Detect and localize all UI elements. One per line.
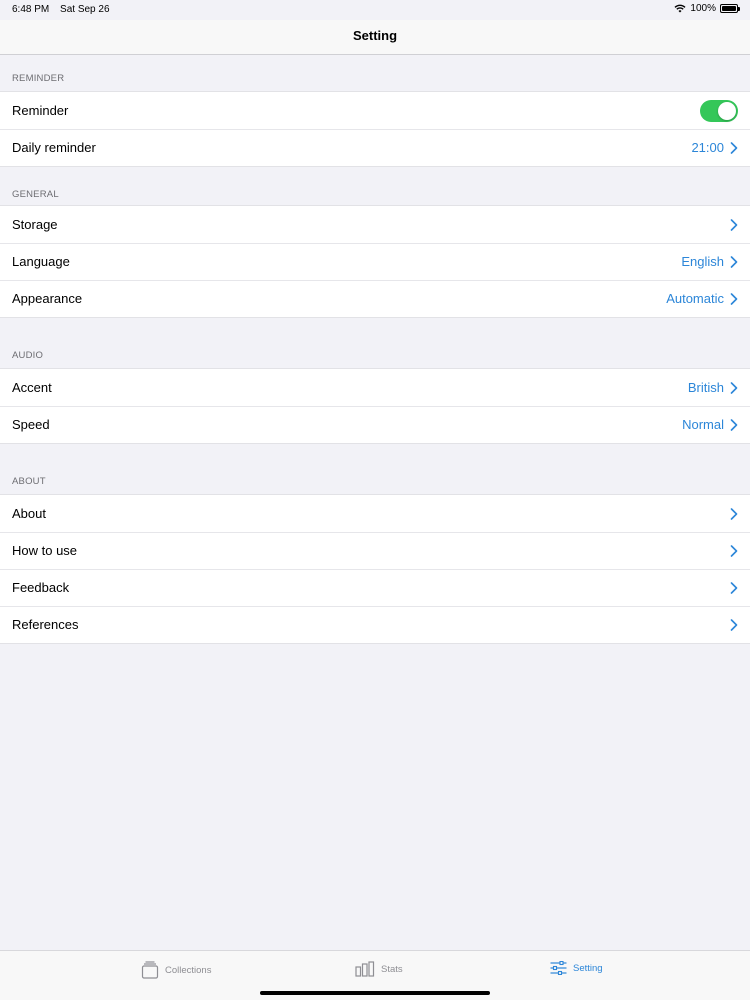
row-accent[interactable]: Accent British — [0, 369, 750, 406]
navigation-bar: Setting — [0, 20, 750, 55]
row-value-group: English — [681, 254, 738, 269]
tab-label: Stats — [381, 963, 403, 975]
home-indicator — [260, 991, 490, 995]
group-reminder: Reminder Daily reminder 21:00 — [0, 91, 750, 167]
chevron-right-icon — [730, 581, 738, 594]
row-value-group: Normal — [682, 417, 738, 432]
accent-value: British — [687, 380, 724, 395]
row-label: Accent — [12, 380, 52, 395]
row-label: Feedback — [12, 580, 70, 595]
row-label: Language — [12, 254, 70, 269]
status-time: 6:48 PM — [12, 4, 50, 15]
tab-setting[interactable]: Setting — [550, 961, 603, 975]
daily-reminder-value: 21:00 — [691, 140, 724, 155]
chevron-right-icon — [730, 292, 738, 305]
tab-label: Setting — [573, 962, 603, 974]
tab-bar: Collections Stats Setting — [0, 950, 750, 1000]
chevron-right-icon — [730, 381, 738, 394]
battery-icon — [720, 4, 740, 13]
row-how-to-use[interactable]: How to use — [0, 532, 750, 569]
row-value-group: 21:00 — [691, 140, 738, 155]
wifi-icon — [674, 4, 686, 13]
section-header-general: GENERAL — [12, 189, 59, 200]
section-header-reminder: REMINDER — [12, 73, 65, 84]
row-label: Storage — [12, 217, 58, 232]
tab-label: Collections — [165, 964, 212, 976]
section-header-about: ABOUT — [12, 476, 46, 487]
status-left: 6:48 PM Sat Sep 26 — [12, 4, 118, 15]
row-reminder: Reminder — [0, 92, 750, 129]
row-language[interactable]: Language English — [0, 243, 750, 280]
row-value-group — [730, 218, 738, 231]
section-header-audio: AUDIO — [12, 350, 44, 361]
group-general: Storage Language English Appearance Auto… — [0, 205, 750, 318]
status-date: Sat Sep 26 — [60, 4, 110, 15]
chevron-right-icon — [730, 218, 738, 231]
row-speed[interactable]: Speed Normal — [0, 406, 750, 443]
status-right: 100% — [674, 3, 740, 14]
row-label: Appearance — [12, 291, 83, 306]
chevron-right-icon — [730, 544, 738, 557]
row-label: Speed — [12, 417, 50, 432]
row-feedback[interactable]: Feedback — [0, 569, 750, 606]
appearance-value: Automatic — [666, 291, 724, 306]
chevron-right-icon — [730, 618, 738, 631]
row-label: How to use — [12, 543, 78, 558]
tab-stats[interactable]: Stats — [355, 961, 403, 977]
group-about: About How to use Feedback References — [0, 494, 750, 644]
collections-icon — [141, 961, 159, 979]
language-value: English — [681, 254, 724, 269]
chevron-right-icon — [730, 507, 738, 520]
row-label: Reminder — [12, 103, 69, 118]
row-about[interactable]: About — [0, 495, 750, 532]
row-label: References — [12, 617, 79, 632]
speed-value: Normal — [682, 417, 724, 432]
row-label: About — [12, 506, 46, 521]
stats-icon — [355, 961, 375, 977]
group-audio: Accent British Speed Normal — [0, 368, 750, 444]
chevron-right-icon — [730, 418, 738, 431]
page-title: Setting — [352, 28, 398, 43]
row-appearance[interactable]: Appearance Automatic — [0, 280, 750, 317]
status-bar: 6:48 PM Sat Sep 26 100% — [0, 0, 750, 20]
row-value-group: Automatic — [666, 291, 738, 306]
reminder-toggle[interactable] — [700, 99, 738, 122]
chevron-right-icon — [730, 141, 738, 154]
row-references[interactable]: References — [0, 606, 750, 643]
row-label: Daily reminder — [12, 140, 96, 155]
tab-collections[interactable]: Collections — [141, 961, 211, 979]
settings-list: REMINDER Reminder Daily reminder 21:00 G… — [0, 55, 750, 644]
chevron-right-icon — [730, 255, 738, 268]
battery-percent: 100% — [690, 3, 716, 14]
row-daily-reminder[interactable]: Daily reminder 21:00 — [0, 129, 750, 166]
row-storage[interactable]: Storage — [0, 206, 750, 243]
row-value-group: British — [688, 380, 738, 395]
sliders-icon — [550, 961, 567, 975]
